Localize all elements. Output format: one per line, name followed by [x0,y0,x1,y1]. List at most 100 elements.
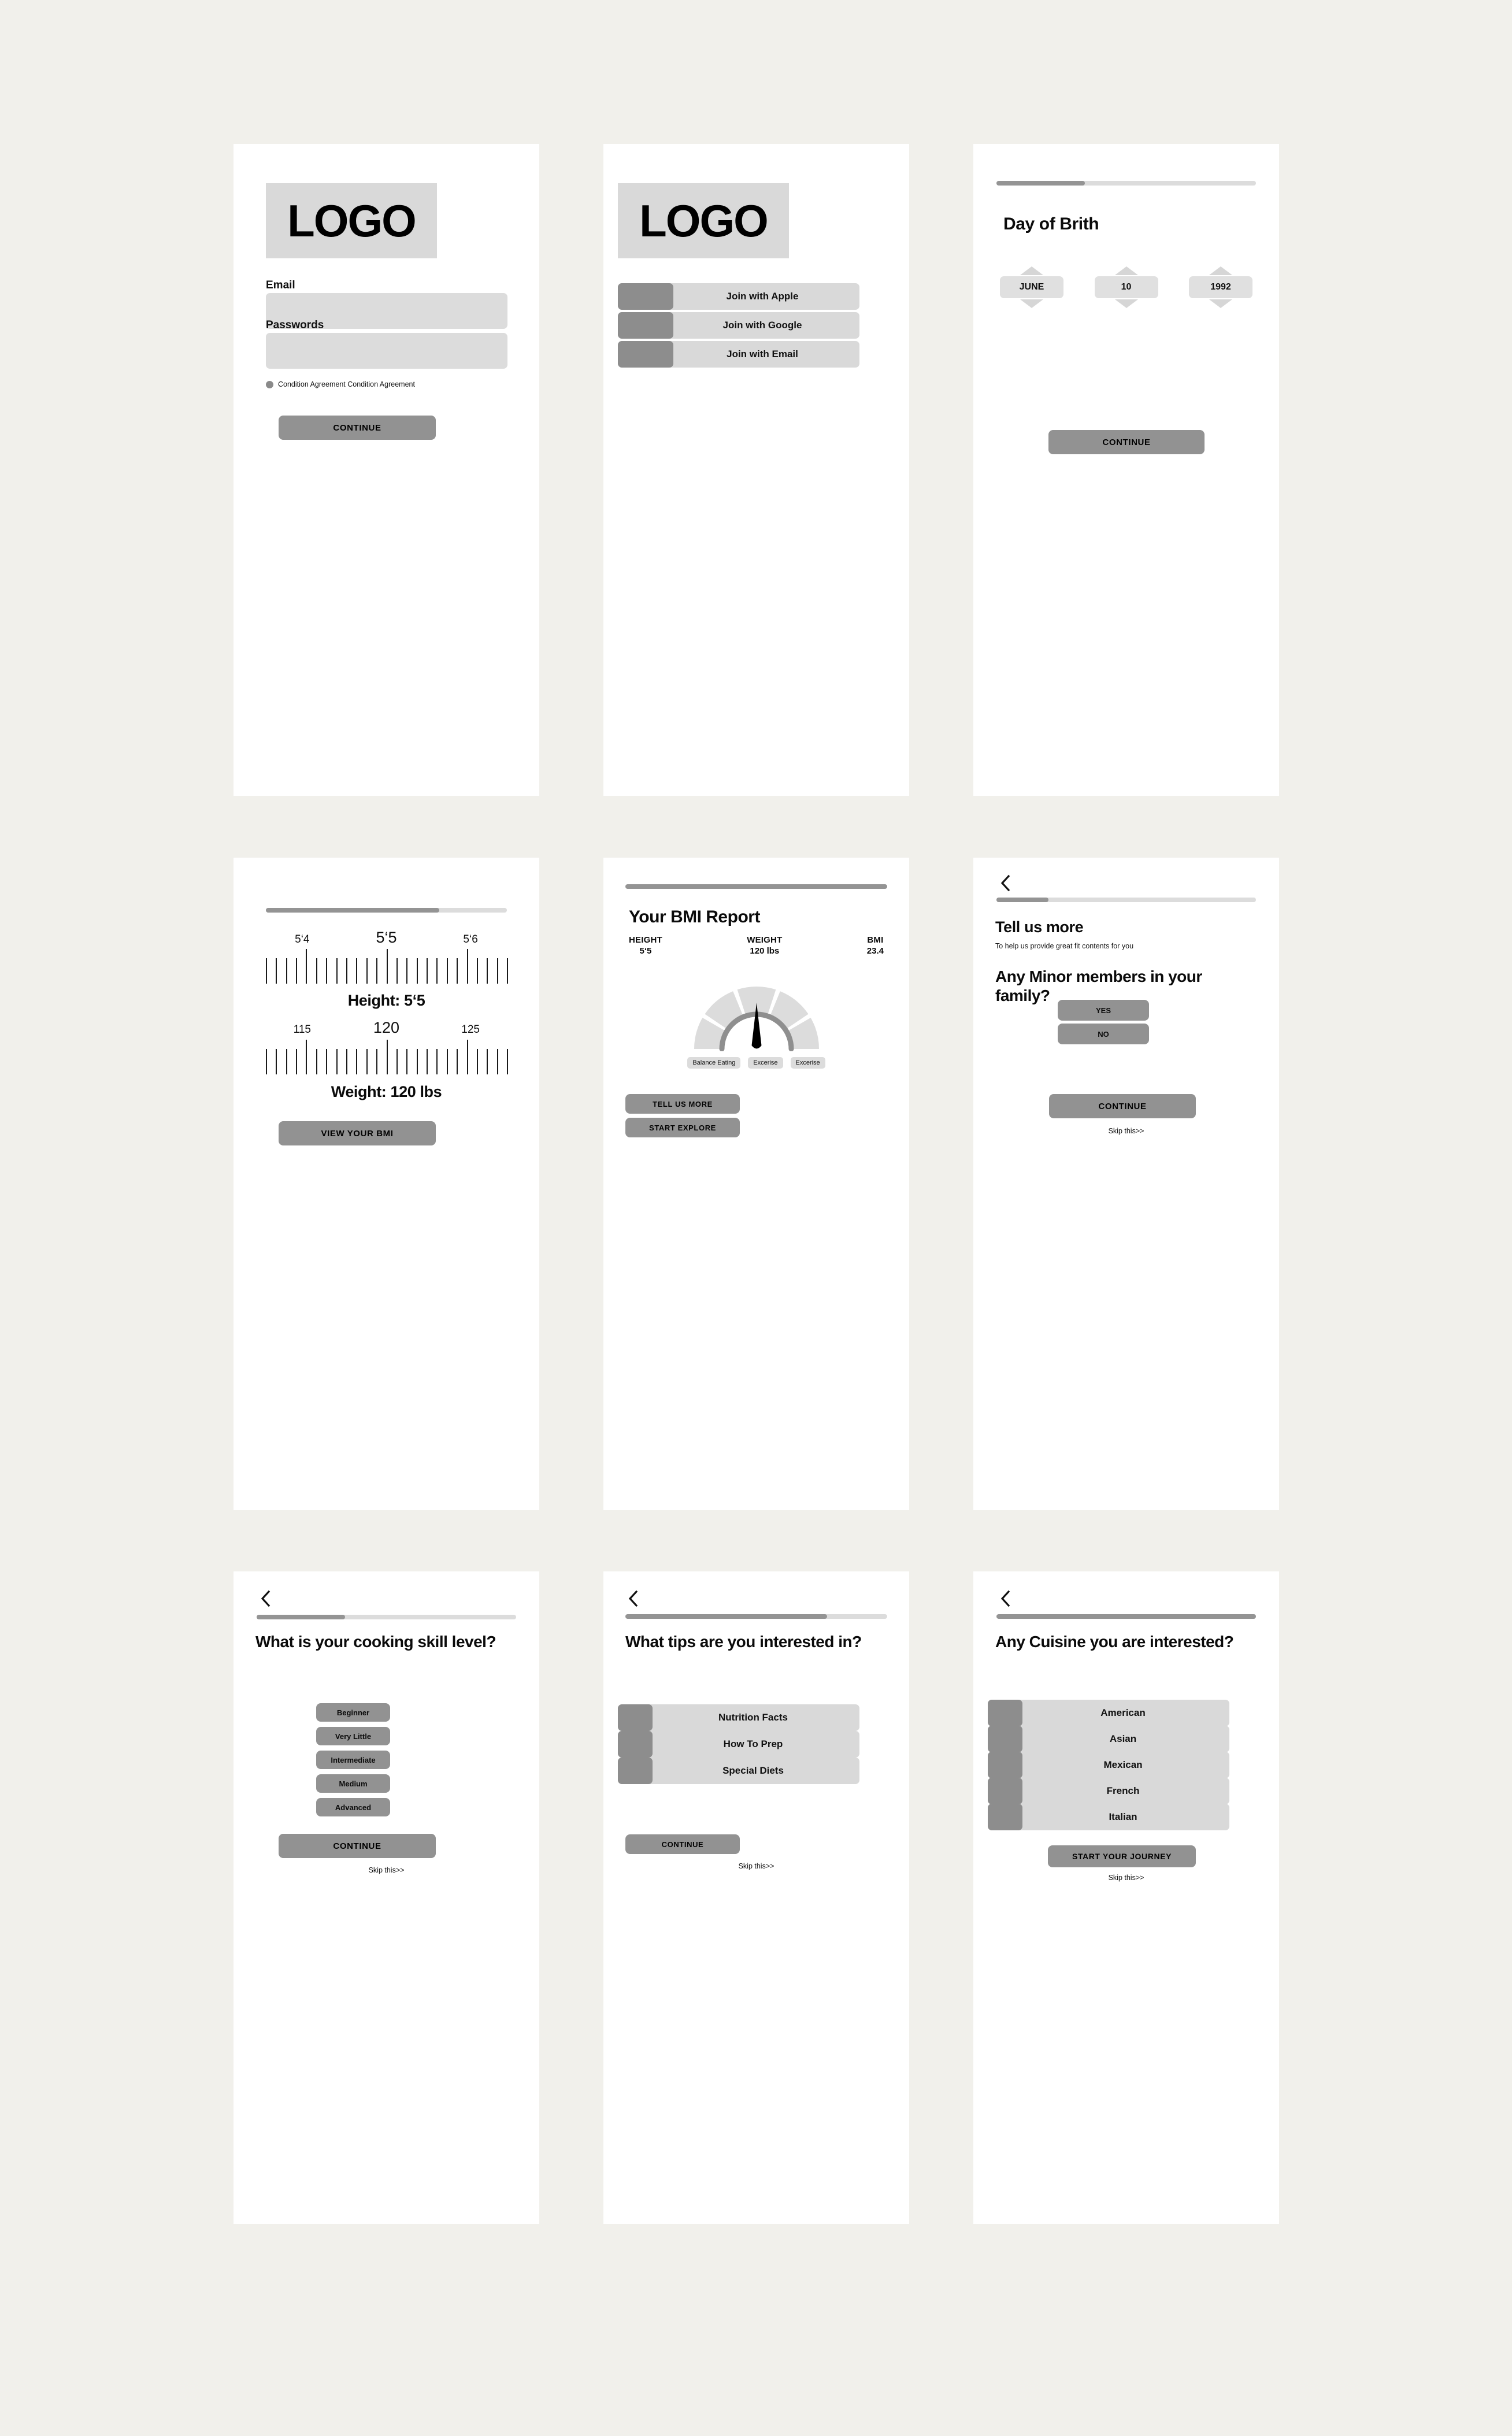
option-italian[interactable]: Italian [988,1804,1229,1830]
wireframe-board: LOGO Email Passwords Condition Agreement… [0,0,1512,2436]
height-tick-labels: 5‘4 5‘5 5‘6 [260,929,513,947]
ruler-tick-minor [476,1049,478,1074]
ruler-tick-minor [366,958,368,984]
ruler-tick-minor [266,958,267,984]
option-very-little[interactable]: Very Little [316,1727,390,1745]
option-french[interactable]: French [988,1778,1229,1804]
option-medium[interactable]: Medium [316,1774,390,1793]
back-button[interactable] [255,1589,275,1608]
join-option-label: Join with Apple [726,291,799,302]
join-with-google-button[interactable]: Join with Google [618,312,859,339]
weight-tick-left: 115 [293,1024,311,1036]
skip-link[interactable]: Skip this>> [234,1866,539,1874]
ruler-tick-minor [496,958,498,984]
option-label: French [1106,1785,1140,1796]
google-icon [618,312,673,339]
skip-link[interactable]: Skip this>> [973,1874,1279,1882]
chevron-down-icon[interactable] [1209,299,1232,308]
ruler-tick-minor [356,958,358,984]
logo-text: LOGO [639,195,769,246]
option-special-diets[interactable]: Special Diets [618,1758,859,1784]
bmi-tag-row: Balance Eating Excerise Excerise [621,1057,892,1069]
password-label: Passwords [266,319,324,331]
progress-bar [996,1614,1256,1619]
weight-ruler-slider[interactable] [266,1040,508,1074]
chevron-up-icon[interactable] [1020,266,1043,275]
continue-button[interactable]: CONTINUE [279,1834,436,1858]
year-value[interactable]: 1992 [1189,276,1252,298]
join-with-email-button[interactable]: Join with Email [618,341,859,368]
start-your-journey-button[interactable]: START YOUR JOURNEY [1048,1845,1196,1867]
skip-link[interactable]: Skip this>> [603,1862,909,1870]
option-intermediate[interactable]: Intermediate [316,1751,390,1769]
answer-no-button[interactable]: NO [1058,1024,1149,1044]
password-input[interactable] [266,333,507,369]
start-explore-button[interactable]: START EXPLORE [625,1118,740,1137]
ruler-tick-minor [366,1049,368,1074]
back-button[interactable] [623,1589,643,1608]
tag-balance-eating[interactable]: Balance Eating [687,1057,741,1069]
ruler-tick-minor [336,1049,338,1074]
ruler-tick-minor [396,1049,398,1074]
progress-bar [625,884,887,889]
chevron-up-icon[interactable] [1114,266,1138,275]
continue-button[interactable]: CONTINUE [279,416,436,440]
screen-login: LOGO Email Passwords Condition Agreement… [234,144,539,796]
height-readout: Height: 5‘5 [347,992,425,1009]
chevron-left-icon [1000,1590,1010,1607]
chevron-down-icon[interactable] [1020,299,1043,308]
answer-yes-button[interactable]: YES [1058,1000,1149,1021]
back-button[interactable] [995,1589,1015,1608]
option-asian[interactable]: Asian [988,1726,1229,1752]
day-spinner[interactable]: 10 [1094,266,1158,308]
option-nutrition-facts[interactable]: Nutrition Facts [618,1704,859,1731]
option-thumb-icon [988,1700,1022,1726]
option-american[interactable]: American [988,1700,1229,1726]
continue-button[interactable]: CONTINUE [625,1834,740,1854]
chevron-up-icon[interactable] [1209,266,1232,275]
option-how-to-prep[interactable]: How To Prep [618,1731,859,1758]
chevron-down-icon[interactable] [1114,299,1138,308]
height-ruler-slider[interactable] [266,949,508,984]
stat-key: HEIGHT [629,935,662,945]
question-heading: What tips are you interested in? [625,1633,862,1651]
option-advanced[interactable]: Advanced [316,1798,390,1816]
back-button[interactable] [995,873,1015,893]
skip-link[interactable]: Skip this>> [973,1127,1279,1135]
ruler-tick-minor [457,958,458,984]
ruler-tick-minor [406,958,408,984]
year-spinner[interactable]: 1992 [1189,266,1252,308]
month-value[interactable]: JUNE [1000,276,1063,298]
ruler-tick-minor [286,1049,287,1074]
view-your-bmi-button[interactable]: VIEW YOUR BMI [279,1121,436,1145]
ruler-tick-minor [507,958,508,984]
month-spinner[interactable]: JUNE [1000,266,1063,308]
weight-readout: Weight: 120 lbs [331,1083,442,1100]
agreement-row[interactable]: Condition Agreement Condition Agreement [266,380,415,388]
ruler-tick-major [386,949,388,984]
tag-exercise-2[interactable]: Excerise [790,1057,825,1069]
ruler-tick-major [466,949,468,984]
ruler-tick-major [386,1040,388,1074]
tag-exercise-1[interactable]: Excerise [748,1057,783,1069]
option-label: Nutrition Facts [718,1712,788,1723]
continue-button[interactable]: CONTINUE [1049,1094,1196,1118]
option-thumb-icon [988,1752,1022,1778]
join-with-apple-button[interactable]: Join with Apple [618,283,859,310]
progress-bar [996,898,1256,902]
continue-button[interactable]: CONTINUE [1048,430,1205,454]
option-label: How To Prep [723,1738,783,1749]
screen-cuisine: Any Cuisine you are interested? American… [973,1571,1279,2224]
ruler-tick-minor [296,958,298,984]
day-value[interactable]: 10 [1094,276,1158,298]
option-thumb-icon [988,1778,1022,1804]
option-mexican[interactable]: Mexican [988,1752,1229,1778]
ruler-tick-minor [266,1049,267,1074]
radio-icon[interactable] [266,380,273,388]
email-label: Email [266,279,295,291]
logo-text: LOGO [287,195,417,246]
tell-us-more-button[interactable]: TELL US MORE [625,1094,740,1114]
option-beginner[interactable]: Beginner [316,1703,390,1722]
screen-bmi-report: Your BMI Report HEIGHT 5‘5 WEIGHT 120 lb… [603,858,909,1510]
chevron-left-icon [1000,874,1010,892]
